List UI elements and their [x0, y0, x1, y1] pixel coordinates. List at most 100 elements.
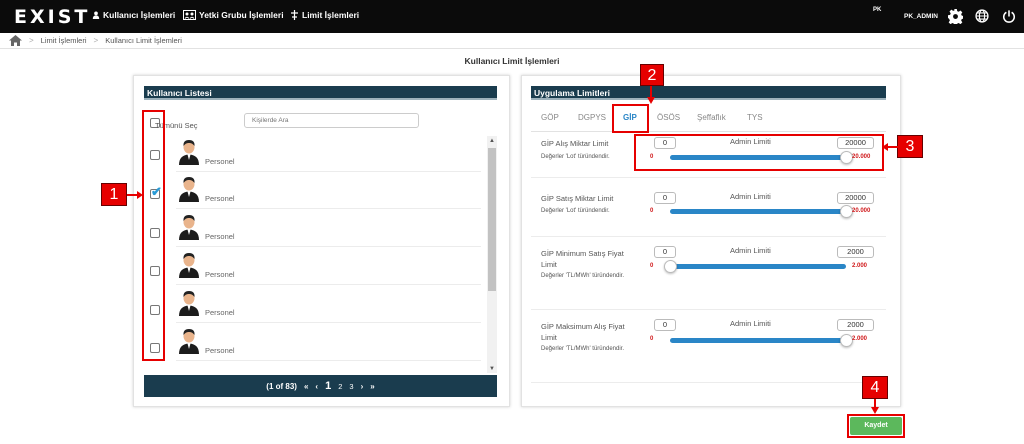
range-max: 20.000: [852, 208, 871, 214]
power-icon[interactable]: [1002, 9, 1016, 24]
list-item[interactable]: Personel: [176, 211, 481, 247]
limit-value-input[interactable]: 0: [654, 192, 676, 204]
limit-slider-track[interactable]: [670, 264, 846, 269]
page-1[interactable]: 1: [325, 380, 331, 392]
user-name-label: Personel: [205, 194, 235, 203]
user-name-label: Personel: [205, 232, 235, 241]
scroll-down-icon[interactable]: ▼: [487, 366, 497, 372]
limit-slider-handle[interactable]: [839, 205, 853, 218]
annotation-box-1: [142, 110, 165, 361]
admin-limit-label: Admin Limiti: [730, 246, 771, 255]
limit-label: GİP Satış Miktar Limit: [541, 194, 614, 203]
limit-slider-handle[interactable]: [663, 260, 677, 273]
range-min: 0: [650, 208, 654, 214]
nav-limit-operations[interactable]: Limit İşlemleri: [290, 10, 359, 20]
annotation-label-1: 1: [101, 183, 127, 206]
app-limits-panel: [521, 75, 901, 407]
first-page-icon[interactable]: «: [304, 382, 308, 391]
annotation-box-3: [634, 134, 884, 171]
range-max: 2.000: [852, 336, 868, 342]
list-item[interactable]: Personel: [176, 249, 481, 285]
user-list-title: Kullanıcı Listesi: [144, 86, 497, 100]
list-item[interactable]: Personel: [176, 287, 481, 323]
page-2[interactable]: 2: [338, 382, 342, 391]
nav-limit-operations-label: Limit İşlemleri: [302, 10, 360, 20]
limit-hint: Değerler 'Lot' türündendir.: [541, 154, 610, 160]
nav-auth-group-operations-label: Yetki Grubu İşlemleri: [199, 10, 284, 20]
list-item[interactable]: Personel: [176, 136, 481, 172]
breadcrumb-user-limit-operations[interactable]: Kullanıcı Limit İşlemleri: [105, 36, 182, 45]
limit-value-input[interactable]: 0: [654, 319, 676, 331]
avatar: [179, 140, 199, 165]
avatar: [179, 177, 199, 202]
avatar: [179, 253, 199, 278]
list-item[interactable]: Personel: [176, 325, 481, 361]
tab-osos[interactable]: ÖSÖS: [657, 113, 680, 122]
globe-icon[interactable]: [975, 9, 989, 23]
top-navbar: EXIST Kullanıcı İşlemleri Yetki Grubu İş…: [0, 0, 1024, 33]
annotation-box-2: [612, 104, 649, 133]
limit-label: GİP Alış Miktar Limit: [541, 139, 609, 148]
home-icon[interactable]: [9, 35, 22, 46]
breadcrumb: > Limit İşlemleri > Kullanıcı Limit İşle…: [0, 33, 1024, 49]
limit-slider-handle[interactable]: [839, 334, 853, 347]
annotation-arrow-2: [647, 86, 655, 104]
limit-hint: Değerler 'Lot' türündendir.: [541, 208, 610, 214]
annotation-label-3: 3: [897, 135, 923, 158]
page-3[interactable]: 3: [349, 382, 353, 391]
limit-slider-track[interactable]: [670, 209, 846, 214]
user-icon: [92, 11, 100, 19]
page-title: Kullanıcı Limit İşlemleri: [464, 56, 560, 66]
admin-limit-value: 2000: [837, 246, 874, 258]
scroll-up-icon[interactable]: ▲: [487, 138, 497, 144]
limit-hint: Değerler 'TL/MWh' türündendir.: [541, 273, 624, 279]
row-divider: [531, 382, 886, 383]
tab-gop[interactable]: GÖP: [541, 113, 559, 122]
list-item[interactable]: Personel: [176, 173, 481, 209]
limit-slider-track[interactable]: [670, 338, 846, 343]
gear-icon[interactable]: [948, 9, 963, 24]
prev-page-icon[interactable]: ‹: [315, 382, 318, 391]
tab-dgpys[interactable]: DGPYS: [578, 113, 606, 122]
range-min: 0: [650, 263, 654, 269]
limit-value-input[interactable]: 0: [654, 246, 676, 258]
annotation-arrow-1: [127, 191, 143, 199]
annotation-arrow-3: [882, 143, 898, 151]
scrollbar-thumb[interactable]: [488, 148, 496, 291]
last-page-icon[interactable]: »: [370, 382, 374, 391]
admin-limit-value: 2000: [837, 319, 874, 331]
row-divider: [531, 177, 886, 178]
nav-auth-group-operations[interactable]: Yetki Grubu İşlemleri: [183, 10, 284, 20]
user-initials: PK: [873, 7, 882, 13]
group-icon: [183, 10, 196, 20]
limit-label: GİP Minimum Satış Fiyat Limit: [541, 249, 624, 269]
tab-tys[interactable]: TYS: [747, 113, 763, 122]
annotation-arrow-4: [871, 399, 879, 414]
exist-logo[interactable]: EXIST: [14, 6, 90, 28]
admin-limit-value: 20000: [837, 192, 874, 204]
tab-seffaflik[interactable]: Şeffaflık: [697, 113, 726, 122]
avatar: [179, 291, 199, 316]
user-name-label: Personel: [205, 157, 235, 166]
search-input[interactable]: [244, 113, 419, 128]
app-limits-title: Uygulama Limitleri: [531, 86, 886, 100]
admin-limit-label: Admin Limiti: [730, 319, 771, 328]
nav-user-operations[interactable]: Kullanıcı İşlemleri: [92, 10, 175, 20]
next-page-icon[interactable]: ›: [361, 382, 364, 391]
limit-hint: Değerler 'TL/MWh' türündendir.: [541, 346, 624, 352]
user-name-label: Personel: [205, 308, 235, 317]
range-max: 2.000: [852, 263, 868, 269]
user-name[interactable]: PK_ADMIN: [904, 13, 938, 20]
breadcrumb-limit-operations[interactable]: Limit İşlemleri: [41, 36, 87, 45]
chevron-right-icon: >: [93, 36, 99, 45]
user-list: Personel Personel Personel Personel Pers…: [176, 136, 481, 367]
user-name-label: Personel: [205, 270, 235, 279]
avatar: [179, 215, 199, 240]
pagination: (1 of 83) « ‹ 1 2 3 › »: [144, 375, 497, 397]
row-divider: [531, 309, 886, 310]
avatar: [179, 329, 199, 354]
limit-icon: [291, 10, 298, 20]
annotation-label-4: 4: [862, 376, 888, 399]
user-name-label: Personel: [205, 346, 235, 355]
nav-user-operations-label: Kullanıcı İşlemleri: [103, 10, 176, 20]
